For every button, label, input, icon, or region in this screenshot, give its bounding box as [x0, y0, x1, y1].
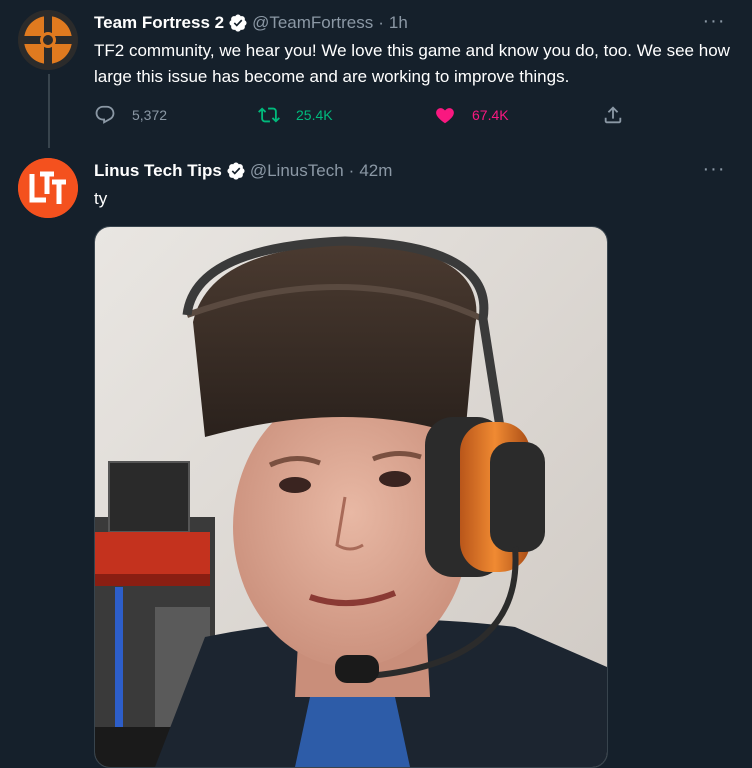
retweet-icon	[258, 107, 280, 123]
display-name[interactable]: Linus Tech Tips	[94, 160, 222, 182]
reply-count: 5,372	[132, 107, 168, 123]
timestamp[interactable]: 42m	[359, 160, 392, 182]
reply-button[interactable]: 5,372	[94, 104, 167, 126]
display-name[interactable]: Team Fortress 2	[94, 12, 224, 34]
thread-line	[48, 74, 50, 148]
more-icon[interactable]: ···	[702, 11, 726, 34]
tweet-media-image[interactable]	[94, 226, 608, 768]
like-button[interactable]: 67.4K	[434, 104, 509, 126]
ltt-logo-icon	[18, 158, 78, 218]
separator: ·	[378, 13, 384, 32]
tweet-text: TF2 community, we hear you! We love this…	[94, 41, 730, 86]
retweet-button[interactable]: 25.4K	[258, 104, 333, 126]
tf2-logo-icon	[18, 10, 78, 70]
timestamp[interactable]: 1h	[389, 12, 408, 34]
more-icon[interactable]: ···	[702, 159, 726, 182]
share-icon	[604, 106, 622, 124]
avatar-linustech[interactable]	[18, 158, 78, 218]
like-count: 67.4K	[472, 107, 509, 123]
tweet-header: Team Fortress 2 @TeamFortress · 1h	[94, 12, 408, 34]
reply-icon	[95, 105, 115, 124]
media-photo	[95, 227, 607, 767]
heart-icon	[436, 108, 454, 124]
separator: ·	[348, 161, 355, 180]
avatar-teamfortress[interactable]	[18, 10, 78, 70]
retweet-count: 25.4K	[296, 107, 333, 123]
tweet-header: Linus Tech Tips @LinusTech · 42m	[94, 160, 392, 182]
tweet-teamfortress[interactable]: Team Fortress 2 @TeamFortress · 1h ··· T…	[0, 0, 752, 150]
handle[interactable]: @TeamFortress	[252, 12, 373, 34]
handle[interactable]: @LinusTech	[250, 160, 344, 182]
share-button[interactable]	[602, 104, 640, 126]
tweet-text: ty	[94, 189, 108, 208]
verified-badge-icon	[227, 162, 245, 180]
tweet-actions: 5,372 25.4K 67.4K	[94, 104, 654, 130]
verified-badge-icon	[229, 14, 247, 32]
